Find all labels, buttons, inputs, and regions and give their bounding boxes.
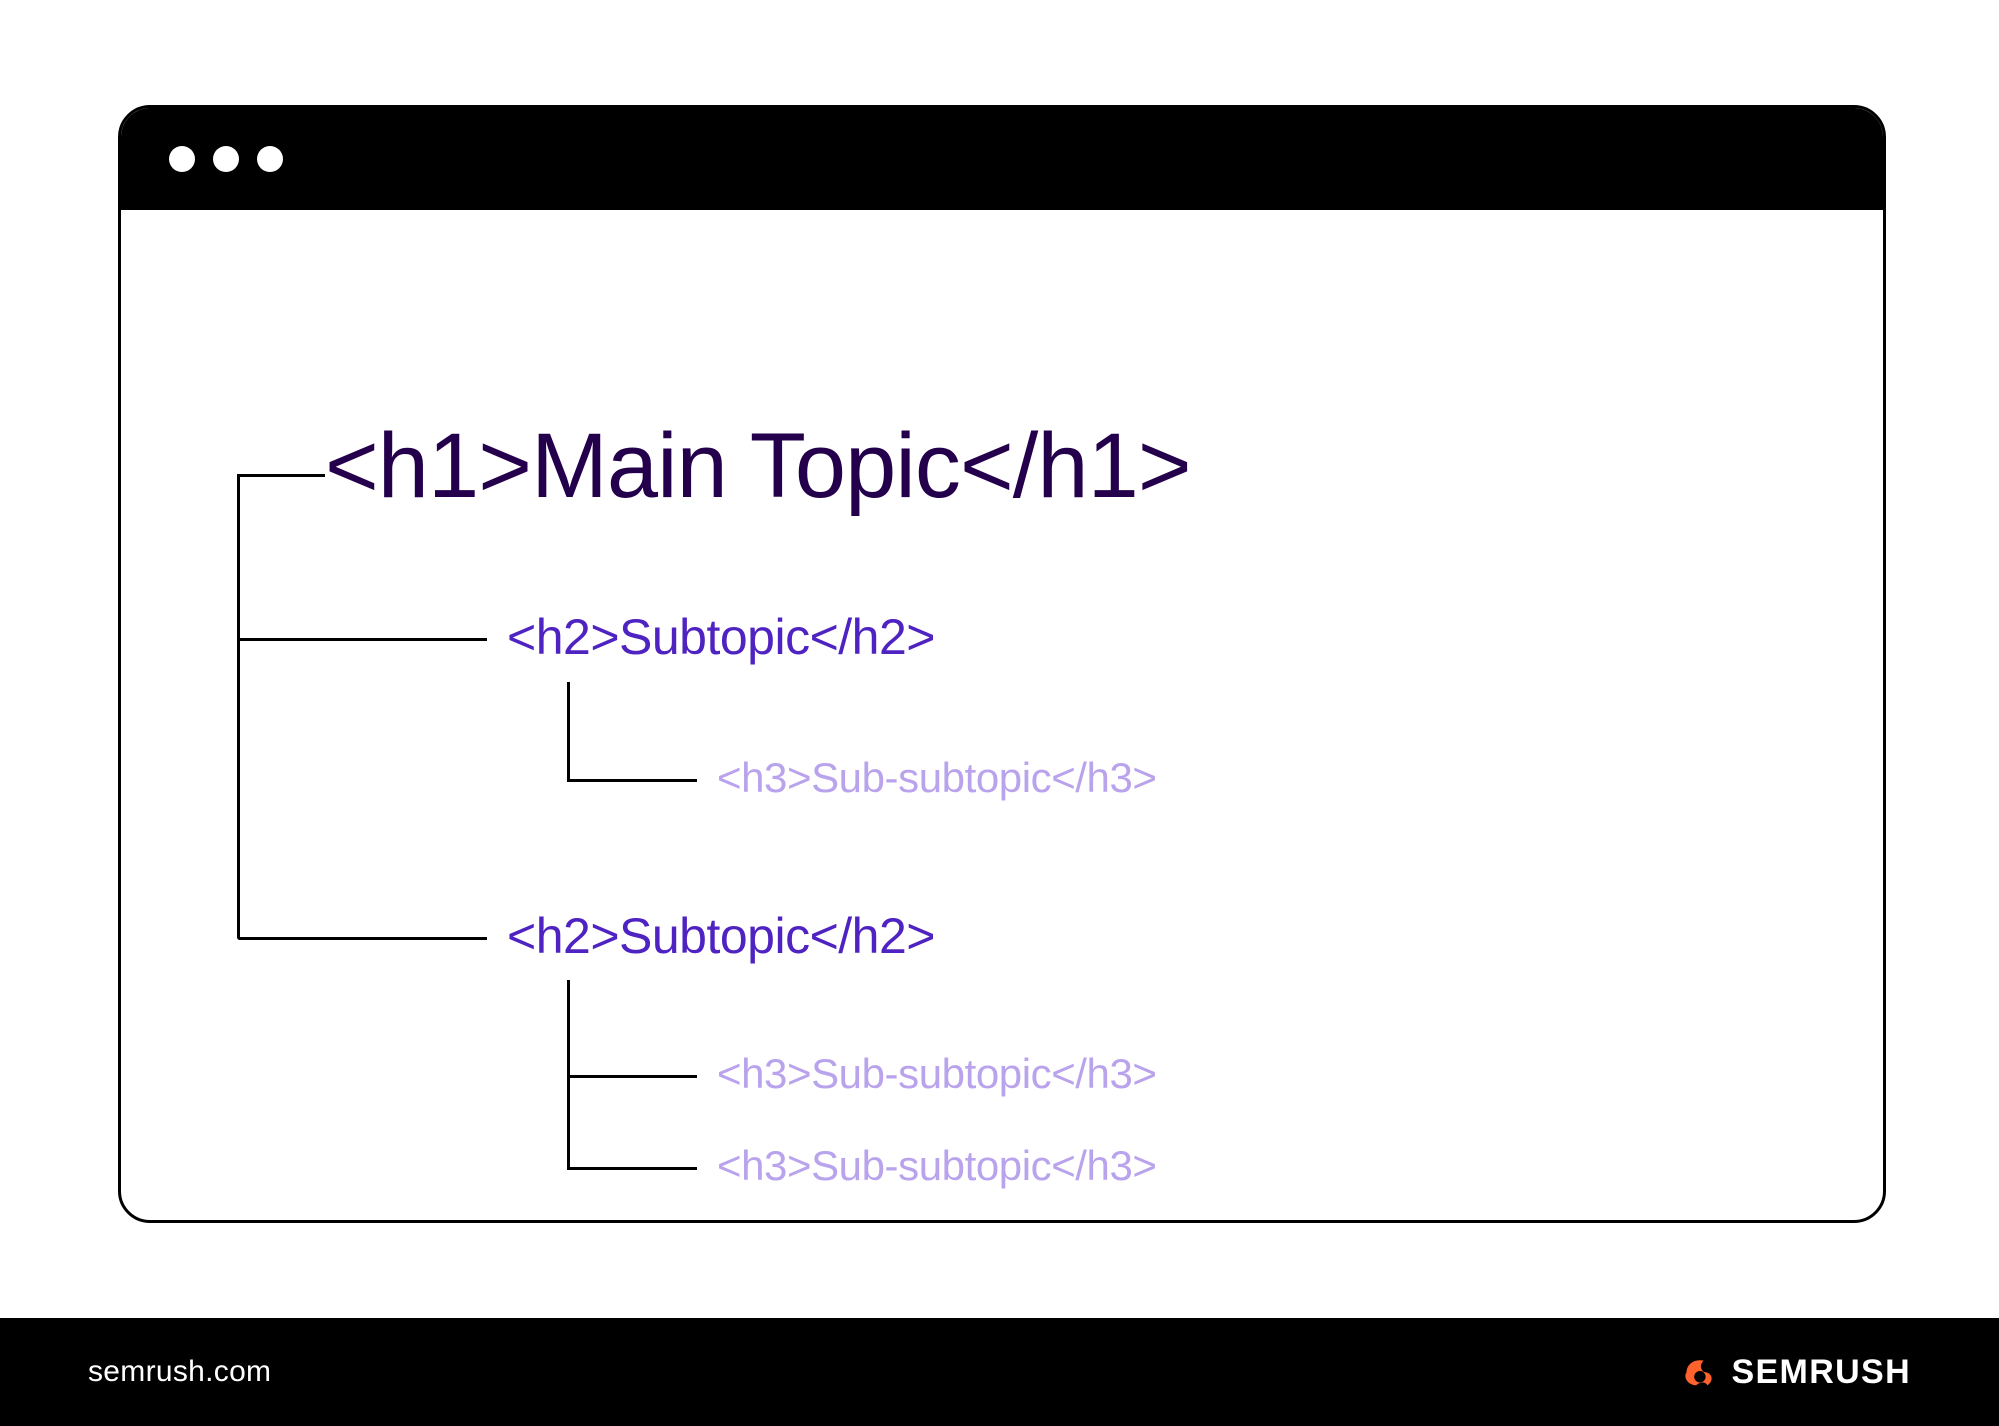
brand-logo: SEMRUSH (1679, 1353, 1911, 1392)
semrush-flame-icon (1679, 1353, 1717, 1391)
heading-h3-2: <h3>Sub-subtopic</h3> (717, 1050, 1157, 1098)
footer: semrush.com SEMRUSH (0, 1318, 1999, 1426)
connector-line (567, 1075, 697, 1078)
connector-line (237, 937, 487, 940)
browser-titlebar (121, 108, 1883, 210)
connector-line (237, 474, 325, 477)
footer-url: semrush.com (88, 1355, 271, 1389)
window-dot-icon (213, 146, 239, 172)
heading-h2-1: <h2>Subtopic</h2> (507, 608, 935, 666)
brand-name: SEMRUSH (1731, 1353, 1911, 1392)
heading-h2-2: <h2>Subtopic</h2> (507, 907, 935, 965)
connector-line (567, 779, 697, 782)
connector-line (237, 638, 487, 641)
window-dot-icon (169, 146, 195, 172)
connector-line (237, 474, 240, 940)
diagram-content: <h1>Main Topic</h1> <h2>Subtopic</h2> <h… (121, 210, 1883, 1220)
connector-line (567, 682, 570, 782)
heading-h3-3: <h3>Sub-subtopic</h3> (717, 1142, 1157, 1190)
heading-h1: <h1>Main Topic</h1> (325, 414, 1191, 519)
browser-window: <h1>Main Topic</h1> <h2>Subtopic</h2> <h… (118, 105, 1886, 1223)
heading-h3-1: <h3>Sub-subtopic</h3> (717, 754, 1157, 802)
window-dot-icon (257, 146, 283, 172)
connector-line (567, 1167, 697, 1170)
